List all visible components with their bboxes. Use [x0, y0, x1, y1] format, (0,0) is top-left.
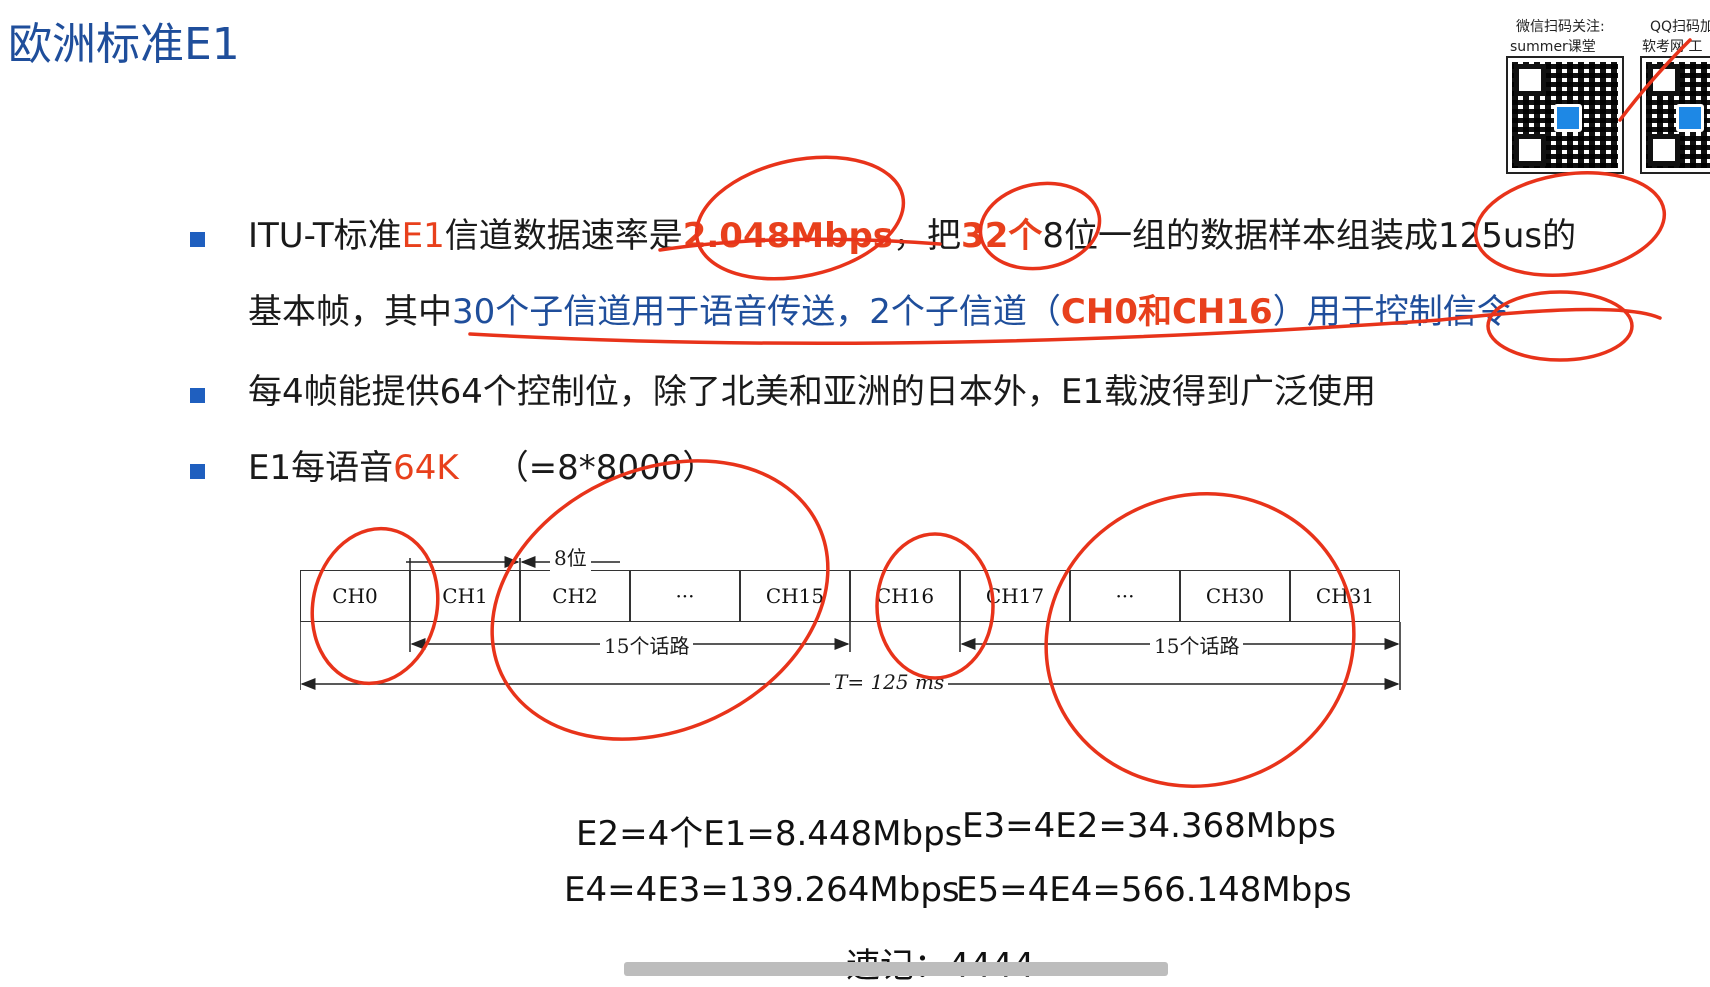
wechat-qr-code	[1506, 56, 1624, 174]
k-highlight: 64K	[393, 448, 459, 488]
ctrl-channel-highlight: CH0和CH16	[1060, 292, 1273, 332]
count-highlight: 32个	[961, 216, 1043, 256]
horizontal-scrollbar[interactable]	[624, 962, 1168, 976]
text: 8位一组的数据样本组装成125us的	[1042, 216, 1577, 256]
dimension-lines	[300, 556, 1401, 690]
ctrl-highlight: ）用于控制信令	[1272, 292, 1511, 332]
qq-logo-icon	[1676, 104, 1704, 132]
formula-e2: E2=4个E1=8.448Mbps	[576, 814, 963, 854]
rate-highlight: 2.048Mbps	[682, 216, 894, 256]
text: ，把	[893, 216, 962, 256]
qq-qr-code	[1640, 56, 1710, 174]
e1-frame-diagram: CH0 CH1 CH2 ··· CH15 CH16 CH17 ··· CH30 …	[300, 530, 1450, 750]
bullet-e1-rate: ITU-T标准E1信道数据速率是2.048Mbps，把32个8位一组的数据样本组…	[248, 214, 1576, 258]
bullet-control-bits: 每4帧能提供64个控制位，除了北美和亚洲的日本外，E1载波得到广泛使用	[248, 372, 1377, 412]
bullet-icon	[190, 232, 205, 247]
text: ITU-T标准	[248, 216, 402, 256]
qq-qr-label: QQ扫码加	[1650, 19, 1710, 35]
wechat-qr-sub: summer课堂	[1510, 39, 1596, 55]
bit-width-label: 8位	[550, 542, 591, 571]
bullet-e1-rate-line2: 基本帧，其中30个子信道用于语音传送，2个子信道（CH0和CH16）用于控制信令	[248, 290, 1511, 334]
wechat-logo-icon	[1554, 104, 1582, 132]
formula-e3: E3=4E2=34.368Mbps	[962, 806, 1337, 846]
bullet-icon	[190, 388, 205, 403]
bullet-icon	[190, 464, 205, 479]
ctrl-highlight: 2个子信道（	[869, 292, 1061, 332]
formula-e5: E5=4E4=566.148Mbps	[956, 870, 1352, 910]
text: 基本帧，其中	[248, 292, 452, 332]
text: （=8*8000）	[494, 448, 717, 488]
wechat-qr-label: 微信扫码关注:	[1516, 19, 1605, 35]
left-span-label: 15个话路	[600, 630, 694, 659]
voice-highlight: 30个子信道用于语音传送，	[452, 292, 870, 332]
right-span-label: 15个话路	[1150, 630, 1244, 659]
e1-highlight: E1	[401, 216, 445, 256]
slide-title: 欧洲标准E1	[8, 19, 240, 70]
qr-code-panel: 微信扫码关注: summer课堂 QQ扫码加 软考网 工	[1500, 14, 1710, 174]
text: E1每语音	[248, 448, 394, 488]
qq-qr-sub: 软考网 工	[1642, 39, 1703, 55]
text: 信道数据速率是	[444, 216, 683, 256]
formula-e4: E4=4E3=139.264Mbps	[564, 870, 960, 910]
bullet-voice-64k: E1每语音64K （=8*8000）	[248, 446, 716, 490]
frame-period-label: T= 125 ms	[830, 670, 949, 694]
